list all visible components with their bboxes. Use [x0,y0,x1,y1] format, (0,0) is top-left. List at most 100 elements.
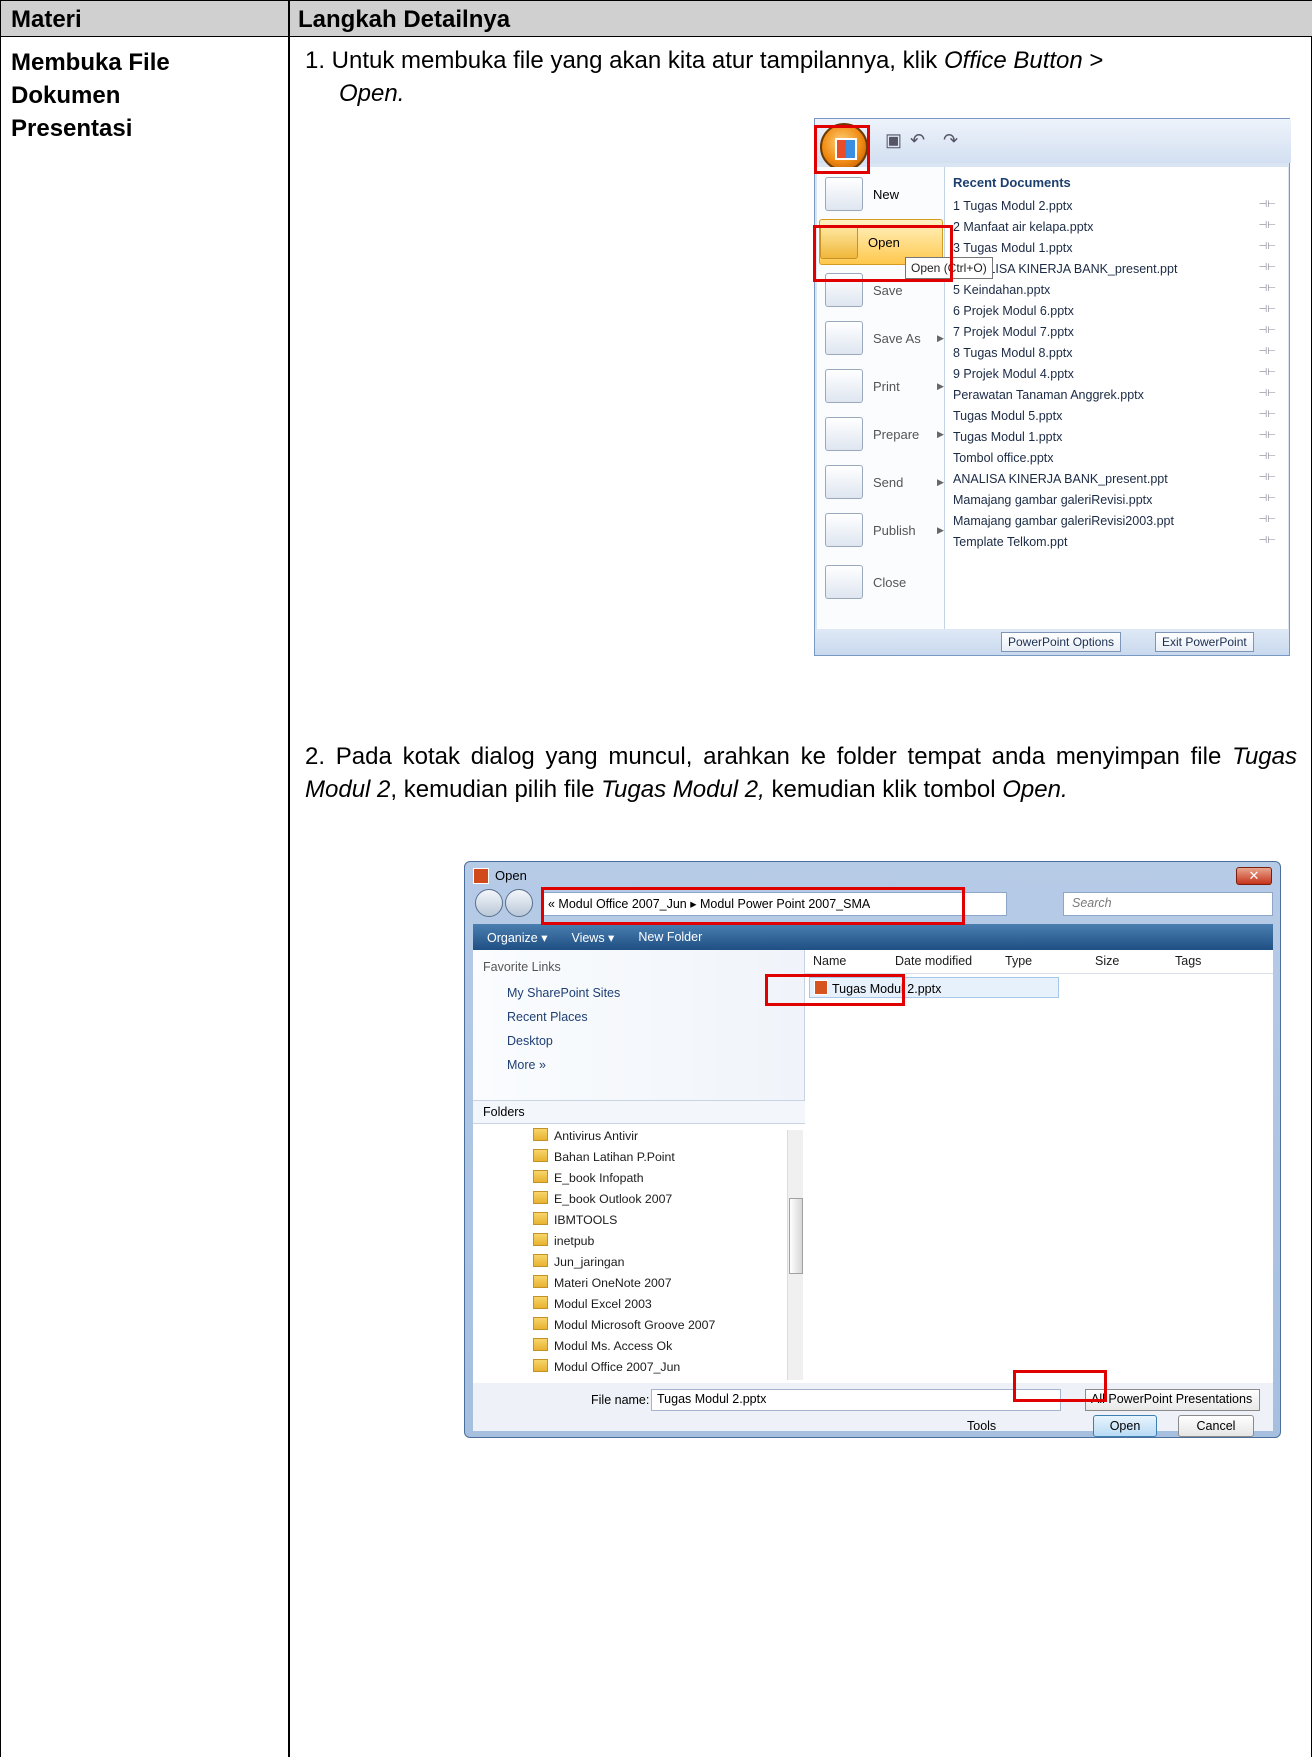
back-icon[interactable] [475,889,503,917]
folder-item[interactable]: Modul Excel 2003 [533,1296,652,1311]
favorite-link-sharepoint[interactable]: My SharePoint Sites [507,986,620,1000]
recent-item[interactable]: 8 Tugas Modul 8.pptx ⊣⊢ [953,346,1288,367]
pin-icon[interactable]: ⊣⊢ [1259,514,1276,525]
search-input[interactable]: Search [1063,892,1273,916]
recent-item[interactable]: Tugas Modul 1.pptx ⊣⊢ [953,430,1288,451]
forward-icon[interactable] [505,889,533,917]
pin-icon[interactable]: ⊣⊢ [1259,367,1276,378]
pin-icon[interactable]: ⊣⊢ [1259,388,1276,399]
header-materi: Materi [11,6,82,33]
pin-icon[interactable]: ⊣⊢ [1259,493,1276,504]
folder-item[interactable]: E_book Outlook 2007 [533,1191,672,1206]
recent-item[interactable]: 6 Projek Modul 6.pptx ⊣⊢ [953,304,1288,325]
folder-item[interactable]: Materi OneNote 2007 [533,1275,672,1290]
folder-item[interactable]: E_book Infopath [533,1170,644,1185]
pin-icon[interactable]: ⊣⊢ [1259,451,1276,462]
recent-item[interactable]: 1 Tugas Modul 2.pptx ⊣⊢ [953,199,1288,220]
folders-scrollbar[interactable] [787,1130,803,1380]
menu-item-close[interactable]: Close [825,559,945,605]
powerpoint-options-button[interactable]: PowerPoint Options [1001,632,1122,652]
new-icon [825,177,863,211]
recent-documents-panel: Recent Documents 1 Tugas Modul 2.pptx ⊣⊢ … [945,167,1288,629]
recent-item[interactable]: Mamajang gambar galeriRevisi2003.ppt ⊣⊢ [953,514,1288,535]
pin-icon[interactable]: ⊣⊢ [1259,304,1276,315]
cancel-button[interactable]: Cancel [1178,1415,1254,1437]
pin-icon[interactable]: ⊣⊢ [1259,241,1276,252]
folder-item[interactable]: Modul Ms. Access Ok [533,1338,672,1353]
pin-icon[interactable]: ⊣⊢ [1259,325,1276,336]
step-text: kemudian klik tombol [764,776,1003,803]
recent-item[interactable]: 4 ANALISA KINERJA BANK_present.ppt ⊣⊢ [953,262,1288,283]
favorite-link-recent-places[interactable]: Recent Places [507,1010,588,1024]
pin-icon[interactable]: ⊣⊢ [1259,283,1276,294]
recent-item[interactable]: 7 Projek Modul 7.pptx ⊣⊢ [953,325,1288,346]
recent-documents-header: Recent Documents [953,175,1071,190]
column-size[interactable]: Size [1095,954,1119,968]
column-type[interactable]: Type [1005,954,1032,968]
folder-item[interactable]: inetpub [533,1233,594,1248]
file-type-select[interactable]: All PowerPoint Presentations [1085,1389,1260,1411]
step-text: 1. Untuk membuka file yang akan kita atu… [305,47,944,74]
pin-icon[interactable]: ⊣⊢ [1259,346,1276,357]
recent-item[interactable]: 2 Manfaat air kelapa.pptx ⊣⊢ [953,220,1288,241]
more-link[interactable]: More » [507,1058,546,1072]
scrollbar-thumb[interactable] [789,1198,803,1274]
pin-icon[interactable]: ⊣⊢ [1259,535,1276,546]
folders-header[interactable]: Folders [473,1100,805,1124]
pin-icon[interactable]: ⊣⊢ [1259,472,1276,483]
menu-item-prepare[interactable]: Prepare ▶ [825,411,945,457]
recent-documents-list: 1 Tugas Modul 2.pptx ⊣⊢ 2 Manfaat air kel… [953,199,1288,556]
materi-line: Presentasi [11,115,133,142]
step-2-text: 2. Pada kotak dialog yang muncul, arahka… [305,740,1297,806]
pin-icon[interactable]: ⊣⊢ [1259,220,1276,231]
folder-item[interactable]: Modul Microsoft Groove 2007 [533,1317,715,1332]
column-date-modified[interactable]: Date modified [895,954,972,968]
step-em: Tugas Modul 2, [601,776,765,803]
folder-item[interactable]: Jun_jaringan [533,1254,624,1269]
menu-item-print[interactable]: Print ▶ [825,363,945,409]
close-icon[interactable]: ✕ [1236,867,1272,885]
folder-item[interactable]: IBMTOOLS [533,1212,617,1227]
column-tags[interactable]: Tags [1175,954,1201,968]
step-text: , kemudian pilih file [390,776,602,803]
folder-item[interactable]: Modul Office 2007_Jun [533,1359,680,1374]
pin-icon[interactable]: ⊣⊢ [1259,409,1276,420]
menu-label: Send [873,474,904,490]
pin-icon[interactable]: ⊣⊢ [1259,199,1276,210]
favorite-link-desktop[interactable]: Desktop [507,1034,553,1048]
close-doc-icon [825,565,863,599]
recent-item[interactable]: ANALISA KINERJA BANK_present.ppt ⊣⊢ [953,472,1288,493]
folders-tree: Folders Antivirus Antivir Bahan Latihan … [473,1100,805,1383]
menu-item-publish[interactable]: Publish ▶ [825,507,945,553]
folder-item[interactable]: Bahan Latihan P.Point [533,1149,675,1164]
recent-item[interactable]: 3 Tugas Modul 1.pptx ⊣⊢ [953,241,1288,262]
menu-item-new[interactable]: New [825,171,945,217]
filename-input[interactable]: Tugas Modul 2.pptx [651,1389,1061,1411]
organize-button[interactable]: Organize ▾ [487,930,547,945]
pin-icon[interactable]: ⊣⊢ [1259,262,1276,273]
column-divider [288,0,290,1757]
recent-item[interactable]: Tugas Modul 5.pptx ⊣⊢ [953,409,1288,430]
recent-item[interactable]: Tombol office.pptx ⊣⊢ [953,451,1288,472]
recent-item[interactable]: Perawatan Tanaman Anggrek.pptx ⊣⊢ [953,388,1288,409]
recent-item[interactable]: Template Telkom.ppt ⊣⊢ [953,535,1288,556]
views-button[interactable]: Views ▾ [571,930,614,945]
recent-item[interactable]: Mamajang gambar galeriRevisi.pptx ⊣⊢ [953,493,1288,514]
recent-item[interactable]: 5 Keindahan.pptx ⊣⊢ [953,283,1288,304]
new-folder-button[interactable]: New Folder [638,930,702,944]
dialog-toolbar: Organize ▾ Views ▾ New Folder [473,924,1273,950]
highlight-open [813,225,953,282]
exit-powerpoint-button[interactable]: Exit PowerPoint [1155,632,1254,652]
undo-icon: ↶ [910,130,926,150]
folder-item[interactable]: Antivirus Antivir [533,1128,638,1143]
pin-icon[interactable]: ⊣⊢ [1259,430,1276,441]
menu-item-save-as[interactable]: Save As ▶ [825,315,945,361]
tools-button[interactable]: Tools [967,1419,996,1433]
menu-label: Prepare [873,426,920,442]
recent-item[interactable]: 9 Projek Modul 4.pptx ⊣⊢ [953,367,1288,388]
column-name[interactable]: Name [813,954,846,968]
menu-item-send[interactable]: Send ▶ [825,459,945,505]
open-button[interactable]: Open [1093,1415,1157,1437]
menu-label: Publish [873,522,916,538]
step-text: 2. Pada kotak dialog yang muncul, arahka… [305,743,1233,770]
